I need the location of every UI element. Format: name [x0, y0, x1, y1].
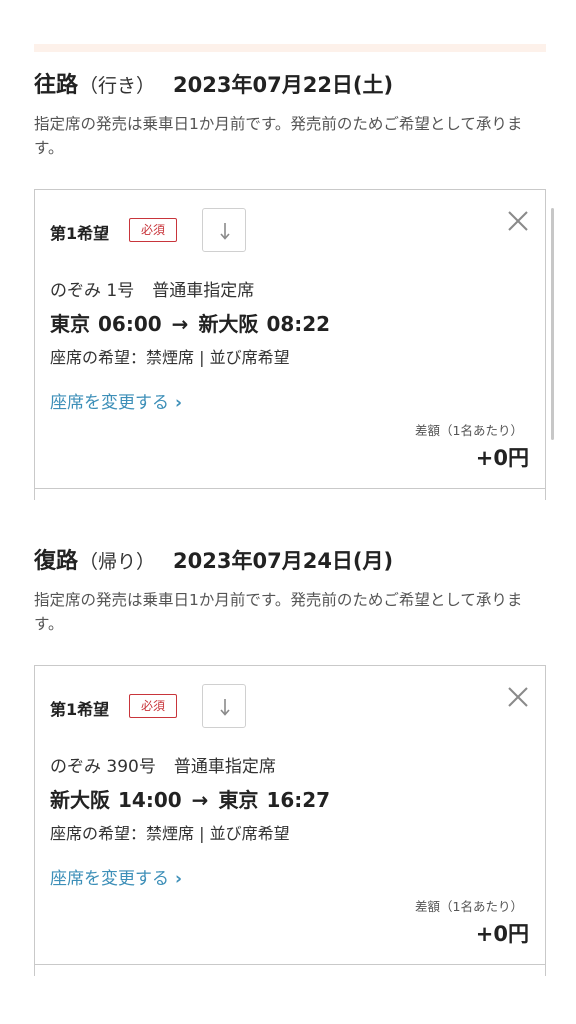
scrollbar[interactable] — [551, 208, 554, 440]
seat-preference: 座席の希望：禁煙席 | 並び席希望 — [50, 824, 290, 843]
arrow-down-icon — [220, 223, 230, 240]
train-name: のぞみ 390号 普通車指定席 — [50, 752, 276, 777]
seat-preference: 座席の希望：禁煙席 | 並び席希望 — [50, 348, 290, 367]
return-date: 2023年07月24日(月) — [173, 549, 394, 573]
outbound-preference-card: 第1希望 必須 のぞみ 1号 普通車指定席 東京 06:00 → 新大阪 08:… — [34, 189, 546, 500]
price-difference-label: 差額（1名あたり） — [415, 423, 523, 438]
outbound-note: 指定席の発売は乗車日1か月前です。発売前のためご希望として承ります。 — [34, 115, 523, 157]
seat-reservation-page: 往路（行き） 2023年07月22日(土) 指定席の発売は乗車日1か月前です。発売… — [0, 0, 576, 1024]
outbound-section: 往路（行き） 2023年07月22日(土) 指定席の発売は乗車日1か月前です。発売… — [34, 70, 546, 500]
close-icon — [508, 687, 528, 707]
train-name: のぞみ 1号 普通車指定席 — [50, 276, 254, 301]
departure-station: 新大阪 — [50, 788, 110, 812]
outbound-heading: 往路（行き） 2023年07月22日(土) — [34, 70, 546, 100]
outbound-date: 2023年07月22日(土) — [173, 73, 394, 97]
train-number: のぞみ 1号 — [50, 281, 135, 301]
change-seat-label: 座席を変更する — [50, 869, 169, 889]
preference-row: 第1希望 必須 — [50, 684, 350, 728]
arrival-station: 東京 — [218, 788, 259, 812]
return-title: 復路 — [34, 549, 79, 574]
departure-station: 東京 — [50, 312, 90, 336]
outbound-paren: （行き） — [79, 75, 156, 97]
car-class: 普通車指定席 — [173, 757, 276, 777]
card-divider — [35, 964, 545, 965]
move-down-button[interactable] — [202, 208, 246, 252]
top-banner-stripe — [34, 44, 546, 52]
departure-time: 06:00 — [98, 312, 162, 336]
route-arrow: → — [191, 788, 209, 812]
change-seat-link[interactable]: 座席を変更する › — [50, 864, 182, 889]
route-arrow: → — [171, 312, 189, 336]
price-difference-label: 差額（1名あたり） — [415, 899, 523, 914]
return-section: 復路（帰り） 2023年07月24日(月) 指定席の発売は乗車日1か月前です。発売… — [34, 546, 546, 976]
outbound-title: 往路 — [34, 73, 79, 98]
departure-time: 14:00 — [118, 788, 182, 812]
required-badge: 必須 — [129, 694, 177, 718]
preference-label: 第1希望 — [50, 700, 110, 719]
preference-row: 第1希望 必須 — [50, 208, 350, 252]
required-badge: 必須 — [129, 218, 177, 242]
card-divider — [35, 488, 545, 489]
remove-preference-button[interactable] — [505, 208, 531, 234]
return-preference-card: 第1希望 必須 のぞみ 390号 普通車指定席 新大阪 14:00 → 東京 1… — [34, 665, 546, 976]
route: 東京 06:00 → 新大阪 08:22 — [50, 308, 330, 337]
preference-label: 第1希望 — [50, 224, 110, 243]
return-note: 指定席の発売は乗車日1か月前です。発売前のためご希望として承ります。 — [34, 591, 523, 633]
chevron-right-icon: › — [175, 393, 183, 413]
price-difference-amount: +0円 — [475, 922, 529, 946]
remove-preference-button[interactable] — [505, 684, 531, 710]
price-difference-amount: +0円 — [475, 446, 529, 470]
arrival-station: 新大阪 — [198, 312, 259, 336]
return-paren: （帰り） — [79, 551, 156, 573]
route: 新大阪 14:00 → 東京 16:27 — [50, 784, 330, 813]
close-icon — [508, 211, 528, 231]
arrival-time: 16:27 — [266, 788, 331, 812]
car-class: 普通車指定席 — [152, 281, 255, 301]
return-heading: 復路（帰り） 2023年07月24日(月) — [34, 546, 546, 576]
chevron-right-icon: › — [175, 869, 183, 889]
arrival-time: 08:22 — [266, 312, 331, 336]
move-down-button[interactable] — [202, 684, 246, 728]
train-number: のぞみ 390号 — [50, 757, 156, 777]
arrow-down-icon — [220, 699, 230, 716]
change-seat-label: 座席を変更する — [50, 393, 169, 413]
change-seat-link[interactable]: 座席を変更する › — [50, 388, 182, 413]
